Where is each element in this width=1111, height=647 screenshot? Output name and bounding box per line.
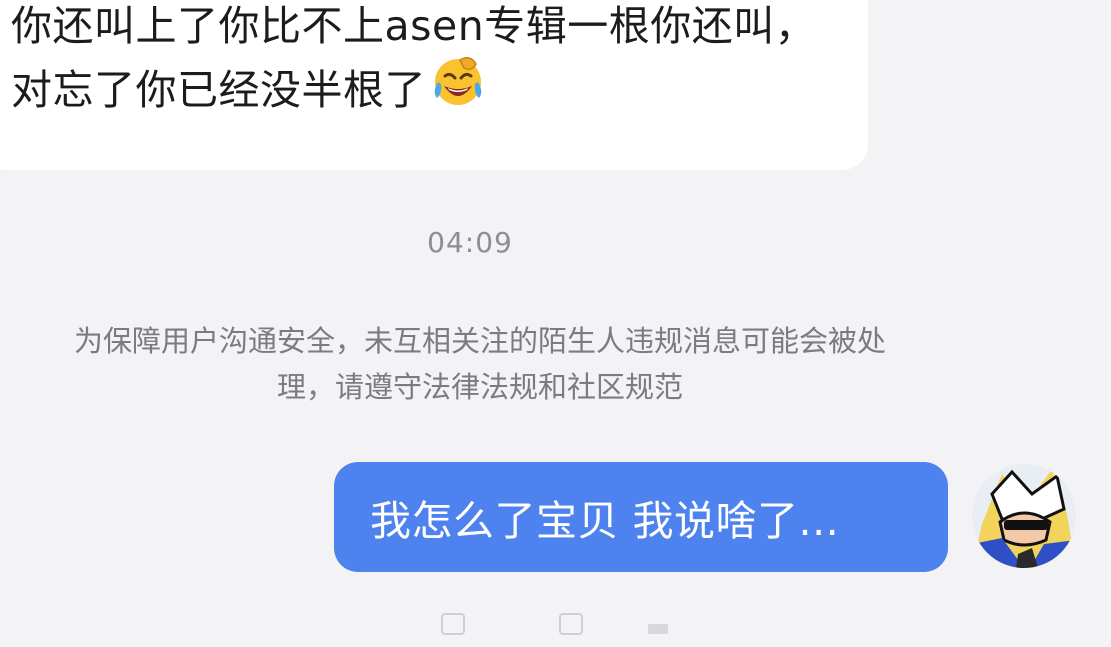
system-notice-line-2: 理，请遵守法律法规和社区规范 xyxy=(276,370,683,404)
user-avatar[interactable] xyxy=(972,464,1076,568)
chat-screen: 你还叫上了你比不上asen专辑一根你还叫，对忘了你已经没半根了 04:09 为保… xyxy=(0,0,1111,647)
avatar-illustration-icon xyxy=(972,464,1076,568)
incoming-message-bubble[interactable]: 你还叫上了你比不上asen专辑一根你还叫，对忘了你已经没半根了 xyxy=(0,0,868,170)
laughing-emoji-icon xyxy=(430,52,486,126)
incoming-message-content: 你还叫上了你比不上asen专辑一根你还叫，对忘了你已经没半根了 xyxy=(11,2,817,114)
home-indicator xyxy=(441,613,668,635)
message-timestamp: 04:09 xyxy=(427,226,513,259)
outgoing-message-bubble[interactable]: 我怎么了宝贝 我说啥了... xyxy=(334,462,948,572)
incoming-message-text: 你还叫上了你比不上asen专辑一根你还叫，对忘了你已经没半根了 xyxy=(11,0,841,126)
system-notice-line-1: 为保障用户沟通安全，未互相关注的陌生人违规消息可能会被处 xyxy=(73,324,886,358)
outgoing-message-text: 我怎么了宝贝 我说啥了... xyxy=(370,497,840,545)
system-safety-notice: 为保障用户沟通安全，未互相关注的陌生人违规消息可能会被处 理，请遵守法律法规和社… xyxy=(0,318,975,410)
